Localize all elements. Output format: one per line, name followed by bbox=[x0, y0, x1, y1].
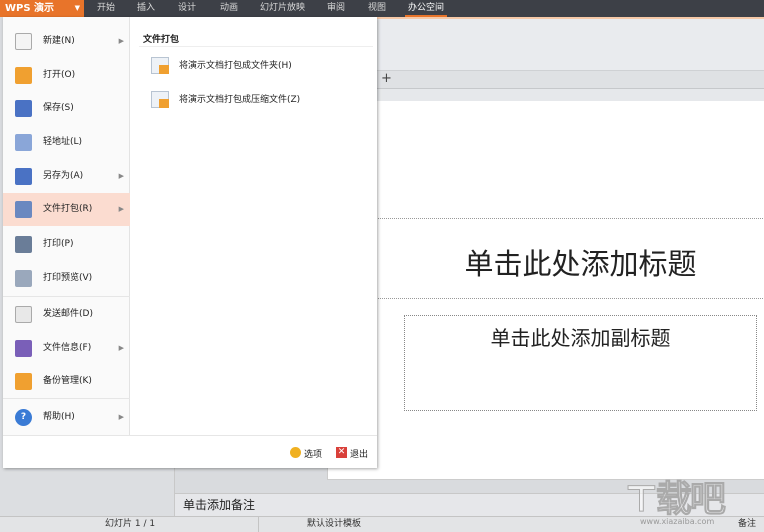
document-tab-strip bbox=[377, 70, 764, 89]
menu-item-open-folder[interactable]: 打开(O) bbox=[3, 59, 130, 92]
menu-separator bbox=[3, 398, 130, 399]
exit-label: 退出 bbox=[350, 450, 369, 460]
menu-item-link[interactable]: 轻地址(L) bbox=[3, 126, 130, 159]
menu-item-save-disk[interactable]: 保存(S) bbox=[3, 92, 130, 125]
new-tab-plus-icon[interactable]: + bbox=[381, 71, 392, 86]
tab-0[interactable]: 开始 bbox=[97, 0, 115, 17]
menu-item-label: 另存为(A) bbox=[43, 171, 84, 181]
app-title: WPS 演示 bbox=[5, 3, 55, 14]
tab-3[interactable]: 动画 bbox=[220, 0, 238, 17]
file-info-icon bbox=[15, 340, 32, 357]
menu-item-mail[interactable]: 发送邮件(D) bbox=[3, 298, 130, 331]
menu-item-label: 帮助(H) bbox=[43, 412, 75, 422]
menu-item-label: 打开(O) bbox=[43, 70, 76, 80]
slide-count: 幻灯片 1 / 1 bbox=[105, 519, 156, 529]
title-placeholder-border-bottom bbox=[328, 298, 764, 299]
mail-icon bbox=[15, 306, 32, 323]
watermark-url: www.xiazaiba.com bbox=[640, 517, 715, 526]
gear-icon bbox=[290, 447, 301, 458]
link-icon bbox=[15, 134, 32, 151]
menu-item-label: 发送邮件(D) bbox=[43, 309, 93, 319]
menu-item-label: 打印预览(V) bbox=[43, 273, 93, 283]
tab-5[interactable]: 审阅 bbox=[327, 0, 345, 17]
tab-1[interactable]: 插入 bbox=[137, 0, 155, 17]
submenu-item-label: 将演示文档打包成文件夹(H) bbox=[179, 61, 292, 71]
notes-toggle[interactable]: 备注 bbox=[738, 517, 756, 532]
menu-item-printer[interactable]: 打印(P) bbox=[3, 228, 130, 261]
status-divider bbox=[258, 517, 259, 532]
submenu-item-0[interactable]: 将演示文档打包成文件夹(H) bbox=[151, 56, 292, 76]
watermark-logo: ⊤载吧 bbox=[625, 479, 727, 521]
tab-2[interactable]: 设计 bbox=[178, 0, 196, 17]
exit-button[interactable]: ✕ 退出 bbox=[336, 447, 368, 460]
tab-7[interactable]: 办公空间 bbox=[405, 0, 448, 17]
template-name[interactable]: 默认设计模板 bbox=[307, 517, 361, 532]
open-folder-icon bbox=[15, 67, 32, 84]
menu-item-save-as[interactable]: 另存为(A) ▶ bbox=[3, 160, 130, 193]
close-icon: ✕ bbox=[336, 447, 347, 458]
menu-item-label: 备份管理(K) bbox=[43, 376, 92, 386]
slide-subtitle-box[interactable]: 单击此处添加副标题 bbox=[404, 315, 757, 411]
ribbon-toolbar bbox=[377, 17, 764, 70]
menu-item-help[interactable]: ? 帮助(H) ▶ bbox=[3, 401, 130, 434]
slide-canvas: 单击此处添加标题 单击此处添加副标题 bbox=[327, 101, 764, 480]
menu-item-package[interactable]: 文件打包(R) ▶ bbox=[3, 193, 130, 226]
caret-down-icon: ▼ bbox=[74, 4, 80, 12]
menu-item-label: 新建(N) bbox=[43, 36, 75, 46]
chevron-right-icon: ▶ bbox=[118, 37, 124, 45]
file-menu-list: 新建(N) ▶ 打开(O) 保存(S) 轻地址(L) 另存为(A) ▶ 文件打包(R) ▶ 打印(… bbox=[3, 17, 130, 435]
chevron-right-icon: ▶ bbox=[118, 344, 124, 352]
chevron-right-icon: ▶ bbox=[118, 413, 124, 421]
slide-title-placeholder[interactable]: 单击此处添加标题 bbox=[328, 241, 764, 283]
save-disk-icon bbox=[15, 100, 32, 117]
submenu-divider bbox=[139, 46, 373, 47]
menu-item-backup[interactable]: 备份管理(K) bbox=[3, 365, 130, 398]
chevron-right-icon: ▶ bbox=[118, 205, 124, 213]
folder-package-icon bbox=[151, 57, 169, 74]
print-preview-icon bbox=[15, 270, 32, 287]
save-as-icon bbox=[15, 168, 32, 185]
menu-item-label: 文件信息(F) bbox=[43, 343, 92, 353]
chevron-right-icon: ▶ bbox=[118, 172, 124, 180]
slide-subtitle-placeholder[interactable]: 单击此处添加副标题 bbox=[405, 322, 756, 351]
wps-app-menu-button[interactable]: WPS 演示 ▼ bbox=[0, 0, 84, 17]
zip-package-icon bbox=[151, 91, 169, 108]
menu-item-label: 保存(S) bbox=[43, 103, 74, 113]
menu-item-label: 文件打包(R) bbox=[43, 204, 93, 214]
edit-area bbox=[377, 89, 764, 101]
submenu-item-label: 将演示文档打包成压缩文件(Z) bbox=[179, 95, 301, 105]
tab-4[interactable]: 幻灯片放映 bbox=[260, 0, 305, 17]
new-file-icon bbox=[15, 33, 32, 50]
menu-item-print-preview[interactable]: 打印预览(V) bbox=[3, 262, 130, 295]
submenu-item-1[interactable]: 将演示文档打包成压缩文件(Z) bbox=[151, 90, 300, 110]
menu-item-label: 轻地址(L) bbox=[43, 137, 83, 147]
backup-icon bbox=[15, 373, 32, 390]
options-button[interactable]: 选项 bbox=[290, 447, 322, 460]
file-menu: 新建(N) ▶ 打开(O) 保存(S) 轻地址(L) 另存为(A) ▶ 文件打包(R) ▶ 打印(… bbox=[3, 17, 377, 468]
menu-item-file-info[interactable]: 文件信息(F) ▶ bbox=[3, 332, 130, 365]
file-menu-footer: 选项 ✕ 退出 bbox=[3, 435, 377, 468]
title-placeholder-border-top bbox=[328, 218, 764, 219]
printer-icon bbox=[15, 236, 32, 253]
options-label: 选项 bbox=[304, 450, 323, 460]
package-icon bbox=[15, 201, 32, 218]
menu-separator bbox=[3, 296, 130, 297]
help-icon: ? bbox=[15, 409, 32, 426]
submenu-title: 文件打包 bbox=[143, 35, 180, 45]
menu-item-label: 打印(P) bbox=[43, 239, 74, 249]
tab-6[interactable]: 视图 bbox=[368, 0, 386, 17]
menu-item-new-file[interactable]: 新建(N) ▶ bbox=[3, 25, 130, 58]
slide-thumbnail-pane bbox=[0, 468, 175, 516]
